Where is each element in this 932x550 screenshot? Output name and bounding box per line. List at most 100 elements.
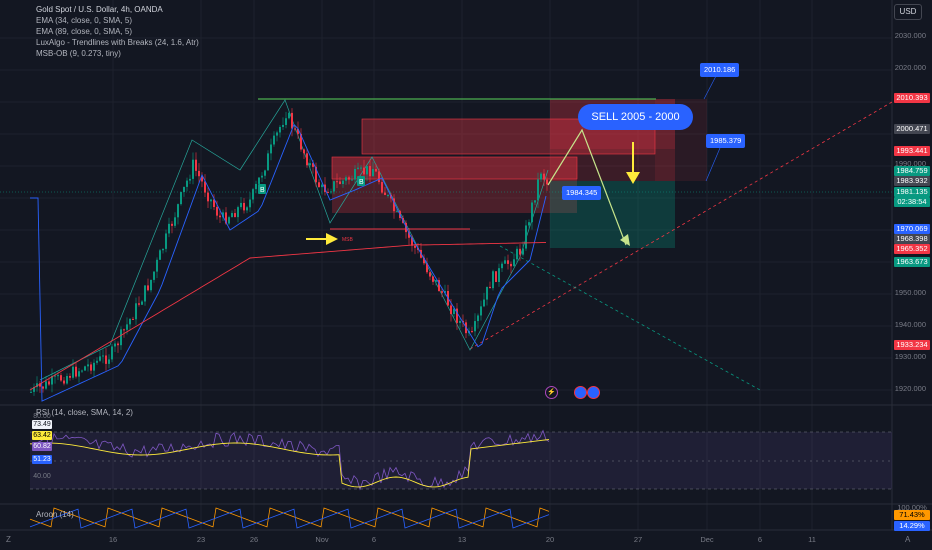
candle xyxy=(531,202,533,223)
break-marker-label: B xyxy=(260,187,265,194)
symbol-title[interactable]: Gold Spot / U.S. Dollar, 4h, OANDA xyxy=(36,4,199,15)
candle xyxy=(114,343,116,347)
candle xyxy=(546,179,548,185)
candle xyxy=(522,248,524,255)
price-tag: 02:38:54 xyxy=(894,197,930,207)
candle xyxy=(309,163,311,166)
candle xyxy=(75,366,77,377)
candle xyxy=(42,386,44,389)
trendline xyxy=(499,245,761,391)
candle xyxy=(543,173,545,180)
indicator-ema89[interactable]: EMA (89, close, 0, SMA, 5) xyxy=(36,26,199,37)
indicator-luxalgo[interactable]: LuxAlgo - Trendlines with Breaks (24, 1.… xyxy=(36,37,199,48)
price-callout[interactable]: 2010.186 xyxy=(700,63,740,77)
candle xyxy=(537,179,539,201)
indicator-msb-ob[interactable]: MSB-OB (9, 0.273, tiny) xyxy=(36,48,199,59)
candle xyxy=(96,360,98,363)
candle xyxy=(198,170,200,177)
time-axis-label: Nov xyxy=(315,535,329,544)
candle xyxy=(207,192,209,202)
candle xyxy=(177,204,179,218)
candle xyxy=(384,192,386,195)
candle xyxy=(336,181,338,183)
candle xyxy=(285,118,287,125)
candle xyxy=(477,315,479,322)
price-tag: 1933.234 xyxy=(894,340,930,350)
candle xyxy=(471,331,473,333)
candle xyxy=(135,303,137,320)
candle xyxy=(102,355,104,357)
candle xyxy=(69,376,71,378)
candle xyxy=(168,223,170,234)
candle xyxy=(414,245,416,248)
price-tag: 2000.471 xyxy=(894,124,930,134)
candle xyxy=(30,391,32,393)
timezone-icon[interactable]: Z xyxy=(6,535,11,544)
event-flag-icon[interactable] xyxy=(574,386,587,399)
candle xyxy=(165,233,167,249)
candle xyxy=(375,168,377,172)
price-tag: 1965.352 xyxy=(894,244,930,254)
candle xyxy=(258,177,260,184)
price-callout[interactable]: 1984.345 xyxy=(562,186,602,200)
candle xyxy=(60,375,62,381)
rsi-level-label: 40.00 xyxy=(33,473,51,480)
auto-scale-icon[interactable]: A xyxy=(905,535,910,544)
candle xyxy=(246,207,248,211)
event-flag-icon[interactable] xyxy=(587,386,600,399)
candle xyxy=(126,324,128,330)
candle xyxy=(363,167,365,175)
candle xyxy=(498,268,500,282)
candle xyxy=(99,356,101,361)
candle xyxy=(282,124,284,127)
time-axis-label: 6 xyxy=(371,535,377,544)
candle xyxy=(279,126,281,133)
candle xyxy=(48,381,50,385)
time-axis-label: Dec xyxy=(700,535,714,544)
candle xyxy=(492,271,494,289)
ema89-line xyxy=(29,242,547,391)
candle xyxy=(210,199,212,202)
candle xyxy=(234,213,236,218)
candle xyxy=(108,359,110,364)
candle xyxy=(540,173,542,180)
candle xyxy=(513,259,515,267)
candle xyxy=(495,271,497,282)
sell-annotation[interactable]: SELL 2005 - 2000 xyxy=(578,104,693,130)
candle xyxy=(66,376,68,384)
price-tag: 1993.441 xyxy=(894,146,930,156)
price-tag: 1983.932 xyxy=(894,176,930,186)
candle xyxy=(432,276,434,282)
price-callout[interactable]: 1985.379 xyxy=(706,134,746,148)
candle xyxy=(510,263,512,267)
currency-button[interactable]: USD xyxy=(894,4,922,20)
candle xyxy=(132,318,134,320)
candle xyxy=(153,271,155,280)
candle xyxy=(264,170,266,176)
price-axis-label: 2020.000 xyxy=(894,63,926,72)
price-tag: 1981.135 xyxy=(894,187,930,197)
chart-legend: Gold Spot / U.S. Dollar, 4h, OANDA EMA (… xyxy=(36,4,199,59)
callout-leader xyxy=(703,75,717,100)
candle xyxy=(84,366,86,371)
candle xyxy=(339,181,341,184)
candle xyxy=(195,159,197,171)
rsi-value-tag: 51.23 xyxy=(32,455,52,464)
candle xyxy=(429,272,431,277)
candle xyxy=(183,186,185,193)
candle xyxy=(450,305,452,315)
price-axis-label: 1940.000 xyxy=(894,320,926,329)
candle xyxy=(81,370,83,372)
candle xyxy=(105,355,107,364)
candle xyxy=(120,329,122,346)
candle xyxy=(360,167,362,169)
chart-canvas[interactable]: MSB B B xyxy=(0,0,932,550)
indicator-ema34[interactable]: EMA (34, close, 0, SMA, 5) xyxy=(36,15,199,26)
price-tag: 1963.673 xyxy=(894,257,930,267)
candle xyxy=(354,169,356,180)
candle xyxy=(528,222,530,226)
aroon-label[interactable]: Aroon (14) xyxy=(36,510,74,519)
candle xyxy=(156,259,158,272)
price-tag: 1984.759 xyxy=(894,166,930,176)
event-flash-icon[interactable]: ⚡ xyxy=(545,386,558,399)
